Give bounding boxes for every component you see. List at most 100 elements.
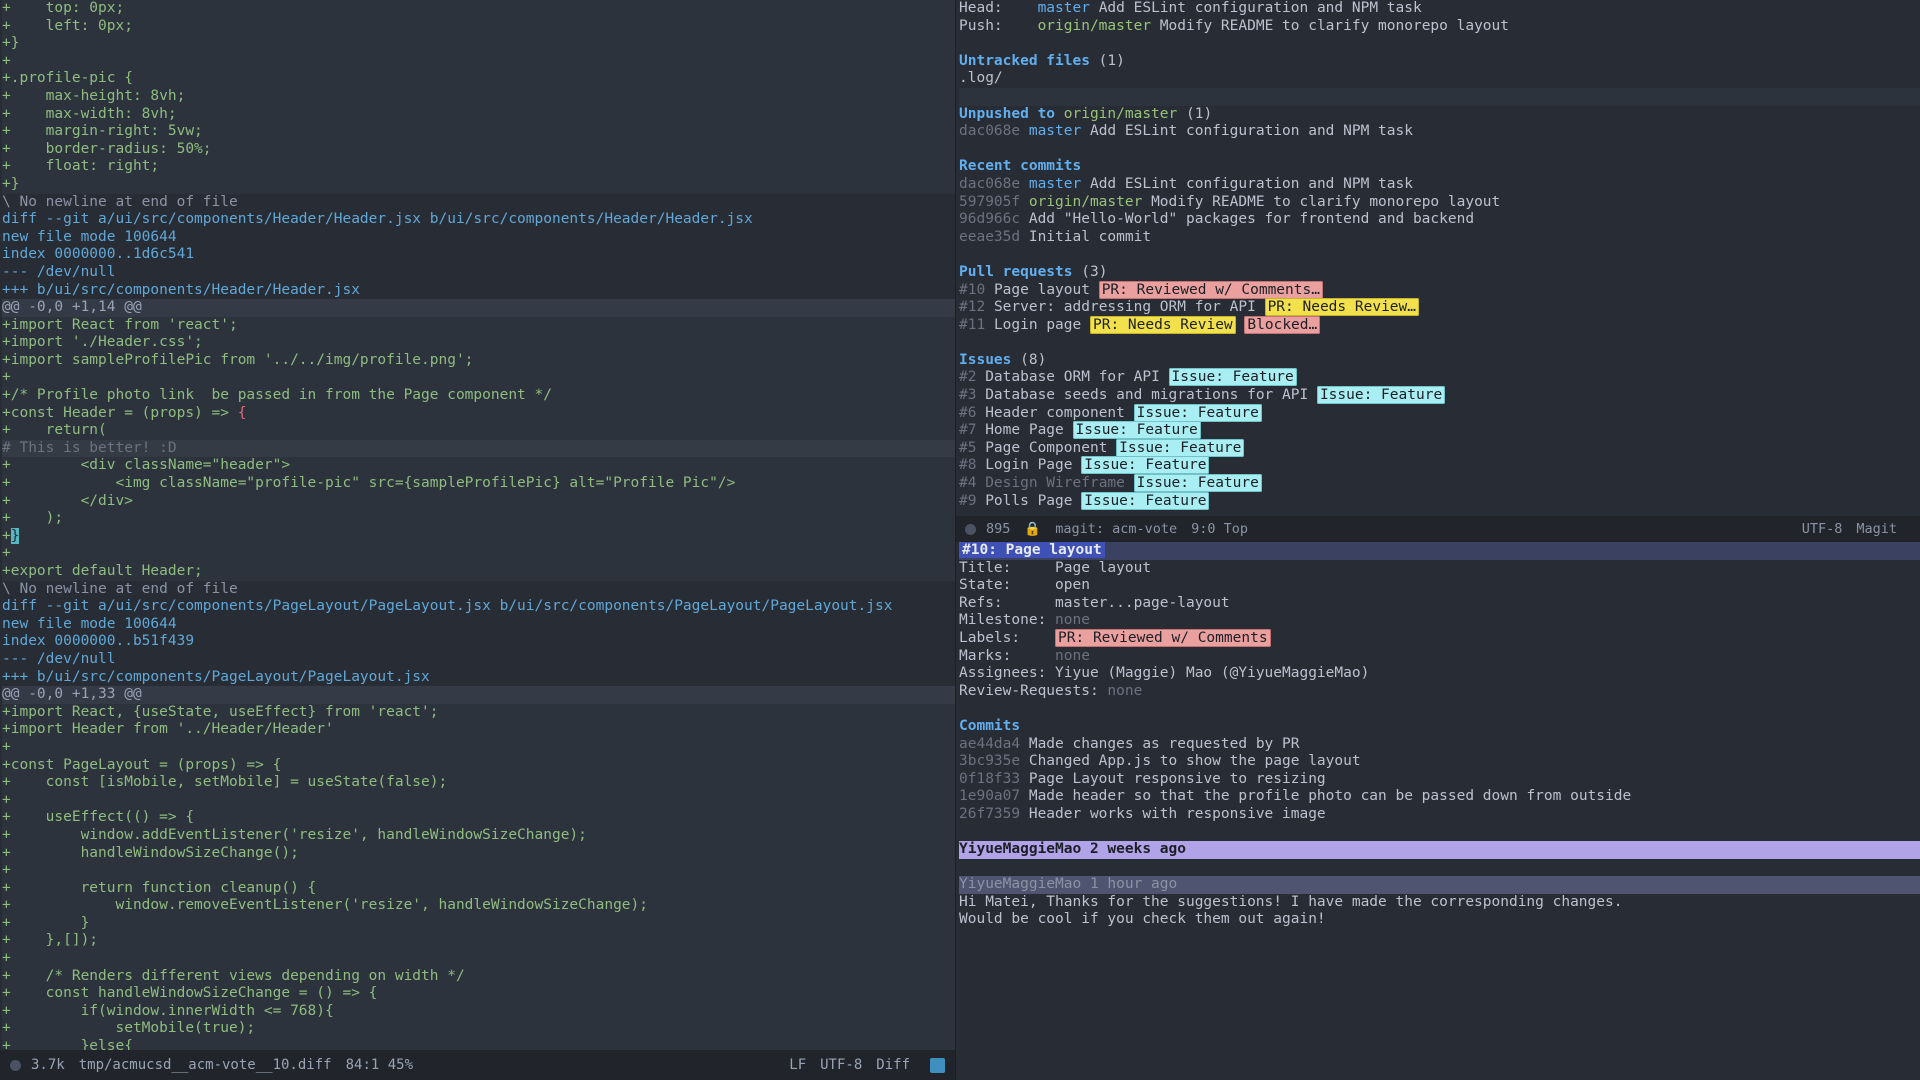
forge-line[interactable]: Marks: none [959,648,1920,666]
diff-line[interactable]: + [2,739,955,757]
magit-line[interactable]: #7 Home Page Issue: Feature [959,422,1920,440]
forge-line[interactable]: 3bc935e Changed App.js to show the page … [959,753,1920,771]
diff-line[interactable]: +import React, {useState, useEffect} fro… [2,704,955,722]
diff-line[interactable]: +} [2,35,955,53]
status-label[interactable]: Issue: Feature [1169,368,1297,386]
status-label[interactable]: Blocked… [1244,316,1320,334]
forge-line[interactable]: Commits [959,718,1920,736]
magit-line[interactable]: Untracked files (1) [959,53,1920,71]
magit-line[interactable]: Recent commits [959,158,1920,176]
diff-line[interactable]: + [2,369,955,387]
forge-line[interactable]: Would be cool if you check them out agai… [959,911,1920,929]
diff-line[interactable]: + float: right; [2,158,955,176]
magit-line[interactable]: Unpushed to origin/master (1) [959,106,1920,124]
status-label[interactable]: Issue: Feature [1081,456,1209,474]
diff-line[interactable]: + <div className="header"> [2,457,955,475]
diff-line[interactable]: + return( [2,422,955,440]
diff-line[interactable]: +/* Profile photo link be passed in from… [2,387,955,405]
forge-line[interactable]: ae44da4 Made changes as requested by PR [959,736,1920,754]
forge-line[interactable]: Milestone: none [959,612,1920,630]
status-label[interactable]: Issue: Feature [1134,404,1262,422]
diff-line[interactable]: +.profile-pic { [2,70,955,88]
diff-line[interactable]: +const PageLayout = (props) => { [2,757,955,775]
diff-line[interactable]: + const [isMobile, setMobile] = useState… [2,774,955,792]
diff-line[interactable]: + window.addEventListener('resize', hand… [2,827,955,845]
diff-line[interactable]: diff --git a/ui/src/components/PageLayou… [2,598,955,616]
diff-line[interactable]: + handleWindowSizeChange(); [2,845,955,863]
diff-line[interactable]: +import React from 'react'; [2,317,955,335]
diff-line[interactable]: + <img className="profile-pic" src={samp… [2,475,955,493]
status-label[interactable]: PR: Needs Review… [1265,298,1419,316]
forge-line[interactable]: 0f18f33 Page Layout responsive to resizi… [959,771,1920,789]
pr-header-title[interactable]: #10: Page layout [959,542,1105,558]
status-label[interactable]: Issue: Feature [1073,421,1201,439]
diff-line[interactable]: + }else{ [2,1038,955,1050]
forge-line[interactable]: Hi Matei, Thanks for the suggestions! I … [959,894,1920,912]
diff-line[interactable]: + [2,792,955,810]
magit-line[interactable]: .log/ [959,70,1920,88]
diff-line[interactable]: --- /dev/null [2,651,955,669]
status-label[interactable]: PR: Reviewed w/ Comments… [1099,281,1323,299]
status-label[interactable]: Issue: Feature [1134,474,1262,492]
magit-status-buffer[interactable]: Head: master Add ESLint configuration an… [956,0,1920,516]
diff-line[interactable]: +} [2,176,955,194]
magit-line[interactable]: dac068e master Add ESLint configuration … [959,123,1920,141]
forge-line[interactable]: Review-Requests: none [959,683,1920,701]
status-label[interactable]: PR: Needs Review [1090,316,1236,334]
forge-line[interactable]: 1e90a07 Made header so that the profile … [959,788,1920,806]
diff-line[interactable]: + ); [2,510,955,528]
diff-line[interactable]: +const Header = (props) => { [2,405,955,423]
forge-line[interactable]: Title: Page layout [959,560,1920,578]
forge-line[interactable]: Refs: master...page-layout [959,595,1920,613]
diff-line[interactable]: + } [2,915,955,933]
forge-line[interactable]: Labels: PR: Reviewed w/ Comments [959,630,1920,648]
diff-line[interactable]: +export default Header; [2,563,955,581]
magit-line[interactable]: #9 Polls Page Issue: Feature [959,493,1920,511]
comment-header[interactable]: YiyueMaggieMao 2 weeks ago [959,841,1920,859]
diff-pane[interactable]: + top: 0px;+ left: 0px;+}++.profile-pic … [0,0,955,1080]
forge-line[interactable]: Assignees: Yiyue (Maggie) Mao (@YiyueMag… [959,665,1920,683]
diff-line[interactable]: +import './Header.css'; [2,334,955,352]
magit-line[interactable]: #12 Server: addressing ORM for API PR: N… [959,299,1920,317]
magit-line[interactable]: #4 Design Wireframe Issue: Feature [959,475,1920,493]
diff-line[interactable]: diff --git a/ui/src/components/Header/He… [2,211,955,229]
diff-buffer-content[interactable]: + top: 0px;+ left: 0px;+}++.profile-pic … [0,0,955,1050]
diff-line[interactable]: @@ -0,0 +1,14 @@ [2,299,955,317]
diff-line[interactable]: new file mode 100644 [2,616,955,634]
diff-line[interactable]: --- /dev/null [2,264,955,282]
diff-line[interactable]: + left: 0px; [2,18,955,36]
magit-line[interactable]: 597905f origin/master Modify README to c… [959,194,1920,212]
magit-line[interactable]: Pull requests (3) [959,264,1920,282]
diff-line[interactable]: @@ -0,0 +1,33 @@ [2,686,955,704]
diff-line[interactable]: +++ b/ui/src/components/PageLayout/PageL… [2,669,955,687]
diff-line[interactable]: +++ b/ui/src/components/Header/Header.js… [2,282,955,300]
diff-line[interactable]: \ No newline at end of file [2,581,955,599]
magit-line[interactable]: eeae35d Initial commit [959,229,1920,247]
magit-line[interactable]: #10 Page layout PR: Reviewed w/ Comments… [959,282,1920,300]
magit-line[interactable]: #6 Header component Issue: Feature [959,405,1920,423]
magit-line[interactable]: #5 Page Component Issue: Feature [959,440,1920,458]
magit-line[interactable]: Issues (8) [959,352,1920,370]
magit-line[interactable]: #3 Database seeds and migrations for API… [959,387,1920,405]
diff-line[interactable]: index 0000000..1d6c541 [2,246,955,264]
diff-line[interactable]: + border-radius: 50%; [2,141,955,159]
diff-line[interactable]: + return function cleanup() { [2,880,955,898]
diff-line[interactable]: + [2,862,955,880]
diff-line[interactable]: + max-height: 8vh; [2,88,955,106]
magit-line[interactable]: #2 Database ORM for API Issue: Feature [959,369,1920,387]
magit-line[interactable]: Head: master Add ESLint configuration an… [959,0,1920,18]
diff-line[interactable]: \ No newline at end of file [2,194,955,212]
forge-line[interactable]: 26f7359 Header works with responsive ima… [959,806,1920,824]
diff-line[interactable]: # This is better! :D [2,440,955,458]
comment-header[interactable]: YiyueMaggieMao 1 hour ago [959,876,1920,894]
magit-line[interactable]: Push: origin/master Modify README to cla… [959,18,1920,36]
diff-line[interactable]: +import sampleProfilePic from '../../img… [2,352,955,370]
diff-line[interactable]: + window.removeEventListener('resize', h… [2,897,955,915]
magit-line[interactable]: 96d966c Add "Hello-World" packages for f… [959,211,1920,229]
magit-line[interactable]: dac068e master Add ESLint configuration … [959,176,1920,194]
diff-line[interactable]: + useEffect(() => { [2,809,955,827]
diff-line[interactable]: + /* Renders different views depending o… [2,968,955,986]
magit-line[interactable]: #8 Login Page Issue: Feature [959,457,1920,475]
diff-line[interactable]: + margin-right: 5vw; [2,123,955,141]
diff-line[interactable]: + top: 0px; [2,0,955,18]
